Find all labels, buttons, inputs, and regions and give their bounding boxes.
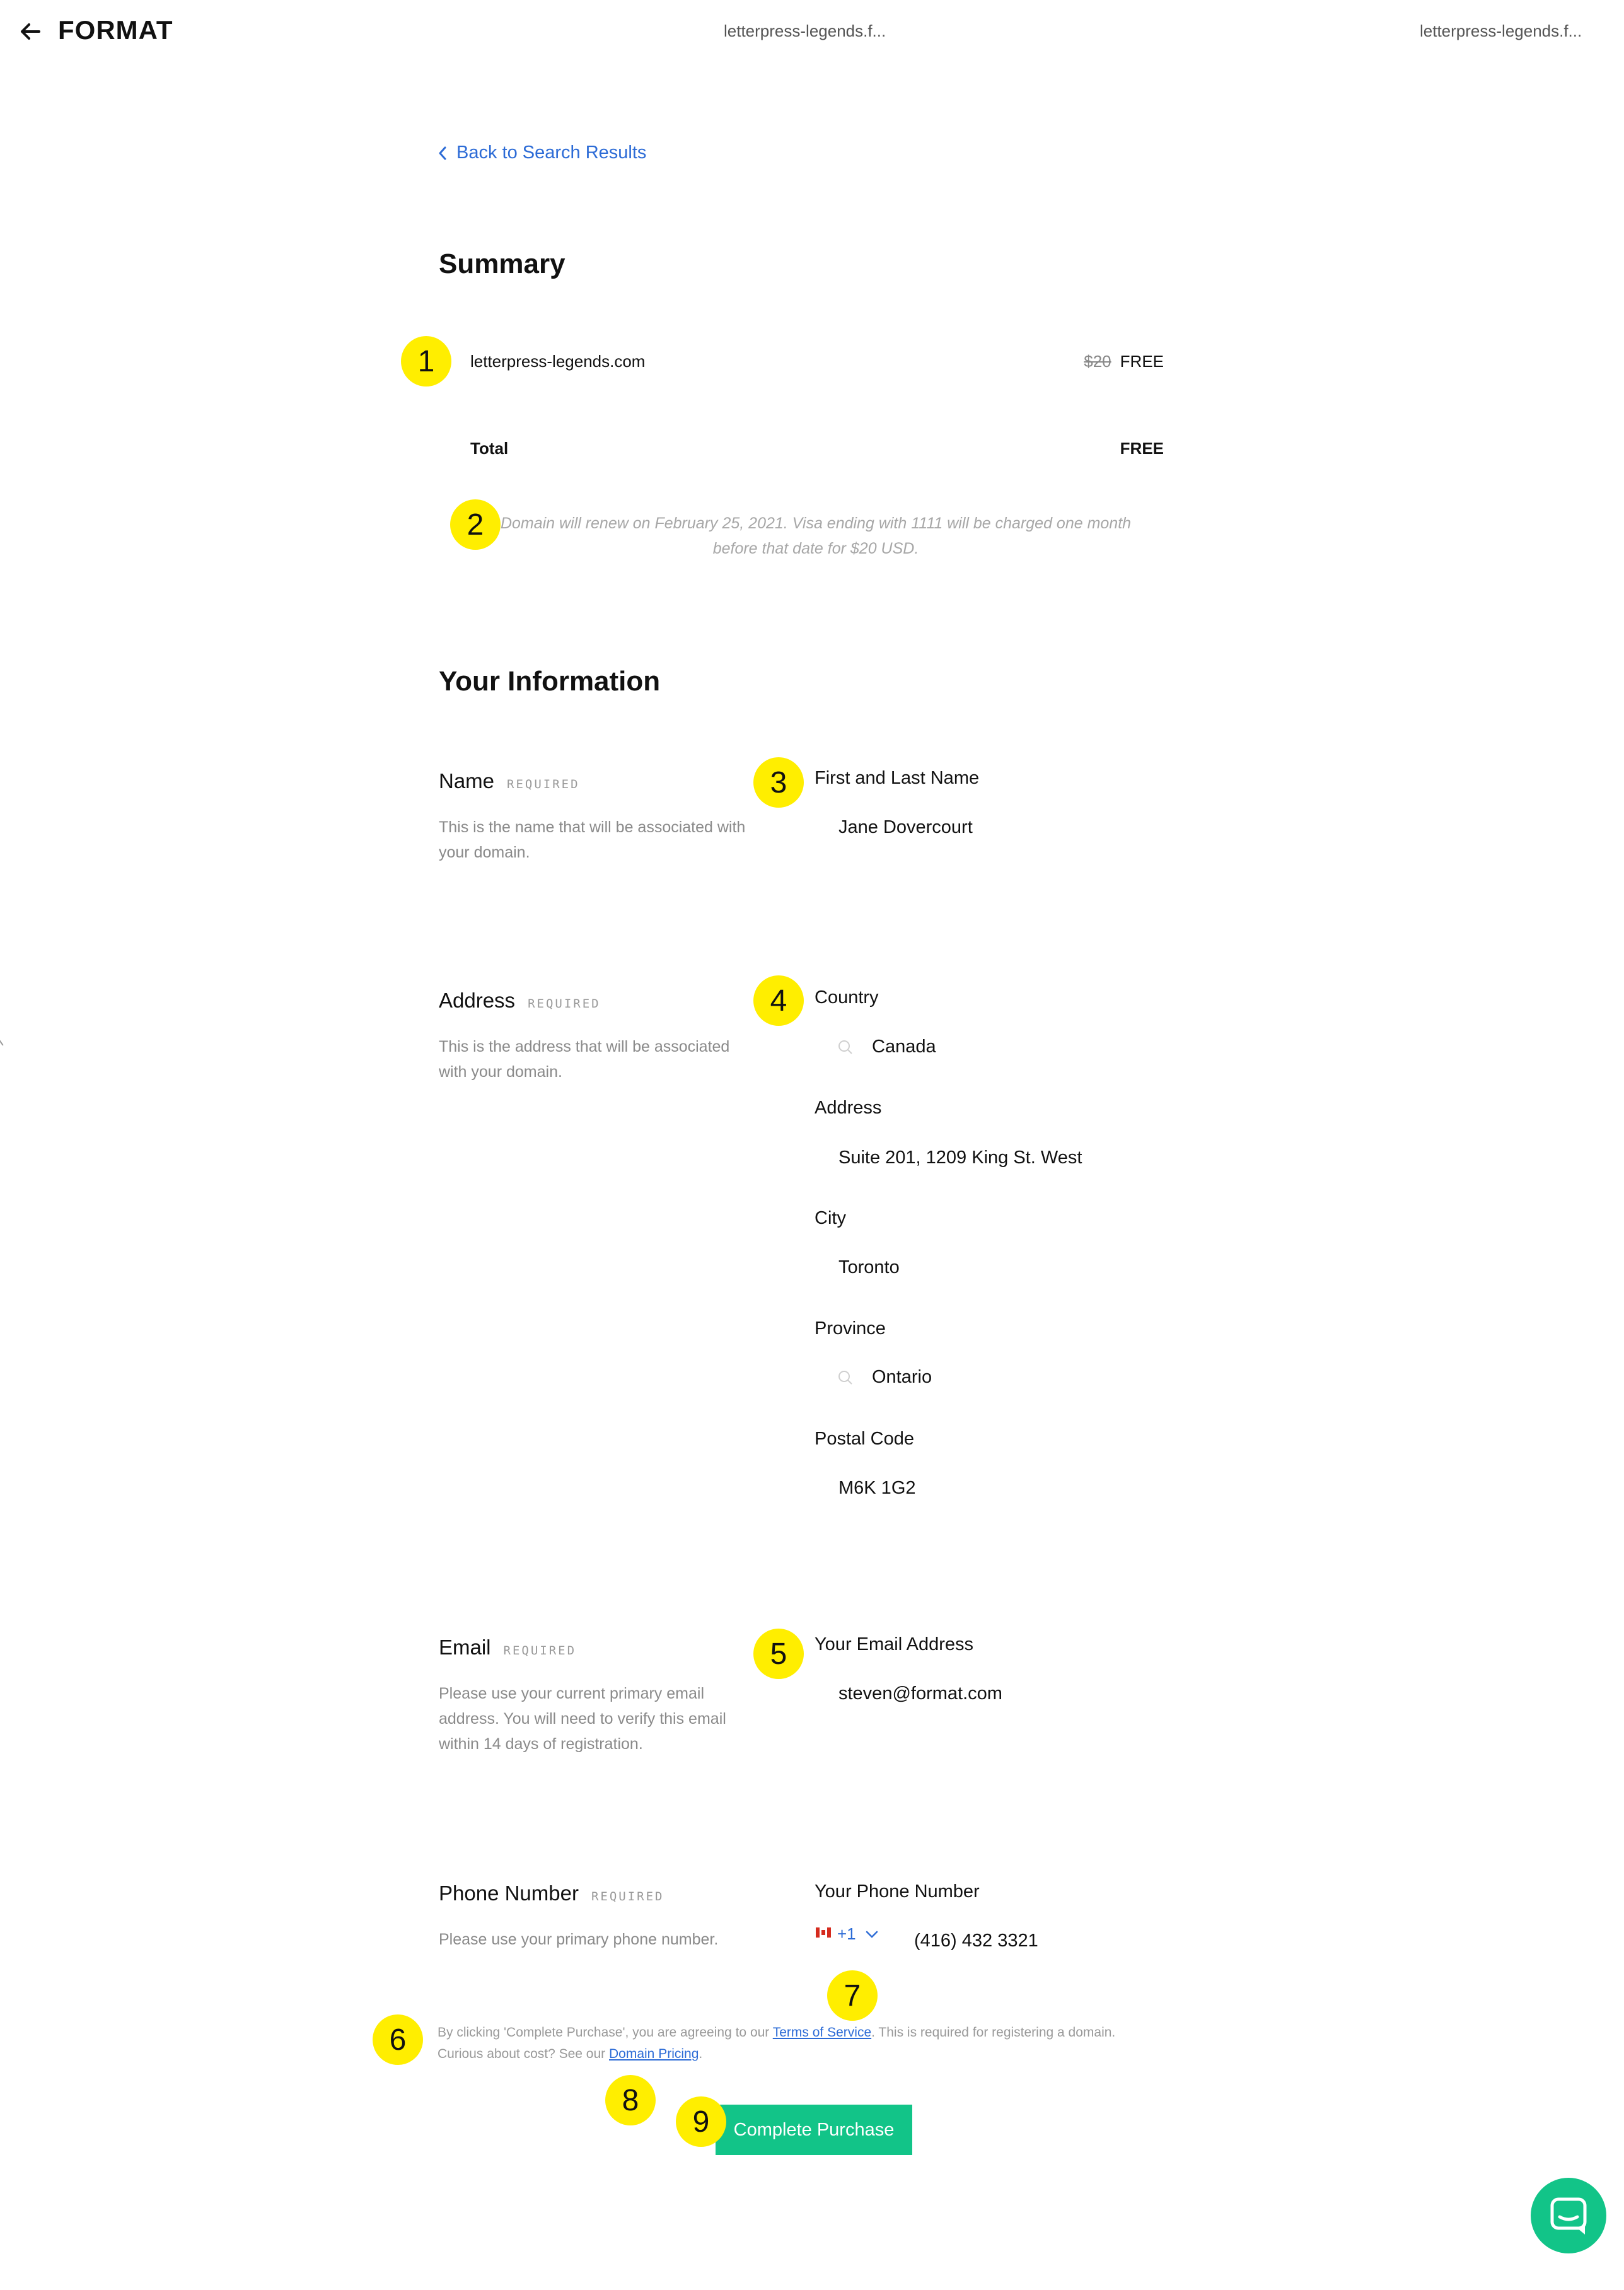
total-value: FREE <box>1120 439 1164 458</box>
annotation-marker-4: 4 <box>753 975 804 1026</box>
legal-text: By clicking 'Complete Purchase', you are… <box>438 2022 1194 2065</box>
legal-text-3: Curious about cost? See our <box>438 2047 609 2061</box>
city-label: City <box>815 1208 846 1228</box>
tab-domain-right[interactable]: letterpress-legends.f... <box>1420 21 1582 41</box>
required-tag: REQUIRED <box>528 997 601 1011</box>
name-input-label: First and Last Name <box>815 768 980 788</box>
city-input[interactable]: Toronto <box>838 1257 900 1278</box>
address-help-text: This is the address that will be associa… <box>439 1038 730 1081</box>
email-input-label: Your Email Address <box>815 1634 974 1654</box>
your-information-heading: Your Information <box>439 666 661 697</box>
terms-of-service-link[interactable]: Terms of Service <box>773 2025 871 2040</box>
format-logo[interactable]: FORMAT <box>58 15 173 45</box>
required-tag: REQUIRED <box>503 1644 577 1658</box>
canada-flag-icon <box>816 1927 831 1938</box>
street-input[interactable]: Suite 201, 1209 King St. West <box>838 1148 1082 1168</box>
back-link-label[interactable]: Back to Search Results <box>456 142 646 163</box>
summary-heading: Summary <box>439 248 566 279</box>
tab-current-domain[interactable]: letterpress-legends.f... <box>724 21 886 41</box>
annotation-marker-3: 3 <box>753 757 804 808</box>
phone-input[interactable]: (416) 432 3321 <box>914 1931 1038 1951</box>
country-code-dropdown[interactable]: +1 <box>837 1924 879 1944</box>
required-tag: REQUIRED <box>507 777 580 791</box>
country-code: +1 <box>837 1924 856 1943</box>
back-arrow-icon[interactable] <box>18 19 43 44</box>
email-title: Email <box>439 1636 491 1659</box>
annotation-marker-9: 9 <box>676 2096 726 2147</box>
search-icon <box>838 1371 852 1385</box>
name-input[interactable]: Jane Dovercourt <box>838 817 973 838</box>
phone-help-text: Please use your primary phone number. <box>439 1931 719 1948</box>
total-label: Total <box>470 439 509 458</box>
address-field-title: Address REQUIRED <box>439 989 601 1013</box>
renewal-note: Domain will renew on February 25, 2021. … <box>500 514 1132 557</box>
phone-input-label: Your Phone Number <box>815 1881 980 1902</box>
postal-code-label: Postal Code <box>815 1429 914 1449</box>
name-title: Name <box>439 769 495 793</box>
street-label: Address <box>815 1098 882 1118</box>
discounted-price: FREE <box>1120 352 1164 371</box>
phone-field-title: Phone Number REQUIRED <box>439 1881 664 1905</box>
chat-icon <box>1550 2197 1587 2235</box>
country-select[interactable]: Canada <box>872 1037 936 1057</box>
annotation-marker-2: 2 <box>450 499 501 550</box>
search-icon <box>838 1040 852 1054</box>
annotation-marker-5: 5 <box>753 1629 804 1679</box>
edge-mark <box>0 1036 9 1046</box>
annotation-marker-6: 6 <box>373 2014 423 2065</box>
legal-text-1: By clicking 'Complete Purchase', you are… <box>438 2025 773 2040</box>
original-price: $20 <box>1084 352 1111 371</box>
name-help-text: This is the name that will be associated… <box>439 818 746 861</box>
required-tag: REQUIRED <box>591 1890 664 1903</box>
email-field-title: Email REQUIRED <box>439 1636 576 1659</box>
back-to-search-link[interactable]: Back to Search Results <box>438 142 646 163</box>
province-label: Province <box>815 1318 886 1339</box>
phone-title: Phone Number <box>439 1881 579 1905</box>
email-help-text: Please use your current primary email ad… <box>439 1685 726 1753</box>
chevron-down-icon <box>866 1931 878 1938</box>
province-select[interactable]: Ontario <box>872 1367 932 1388</box>
complete-purchase-button[interactable]: Complete Purchase <box>716 2105 912 2155</box>
annotation-marker-1: 1 <box>401 336 451 387</box>
chevron-left-icon <box>439 146 446 160</box>
postal-code-input[interactable]: M6K 1G2 <box>838 1478 916 1499</box>
legal-text-2: . This is required for registering a dom… <box>871 2025 1116 2040</box>
summary-item-price: $20 FREE <box>1076 352 1164 371</box>
annotation-marker-7: 7 <box>827 1970 878 2021</box>
address-title: Address <box>439 989 516 1012</box>
summary-item-domain: letterpress-legends.com <box>470 352 646 371</box>
annotation-marker-8: 8 <box>605 2075 656 2125</box>
name-field-title: Name REQUIRED <box>439 769 580 793</box>
domain-pricing-link[interactable]: Domain Pricing <box>609 2047 699 2061</box>
legal-text-4: . <box>699 2047 703 2061</box>
chat-launcher[interactable] <box>1531 2178 1606 2253</box>
email-input[interactable]: steven@format.com <box>838 1683 1002 1704</box>
country-label: Country <box>815 987 879 1008</box>
